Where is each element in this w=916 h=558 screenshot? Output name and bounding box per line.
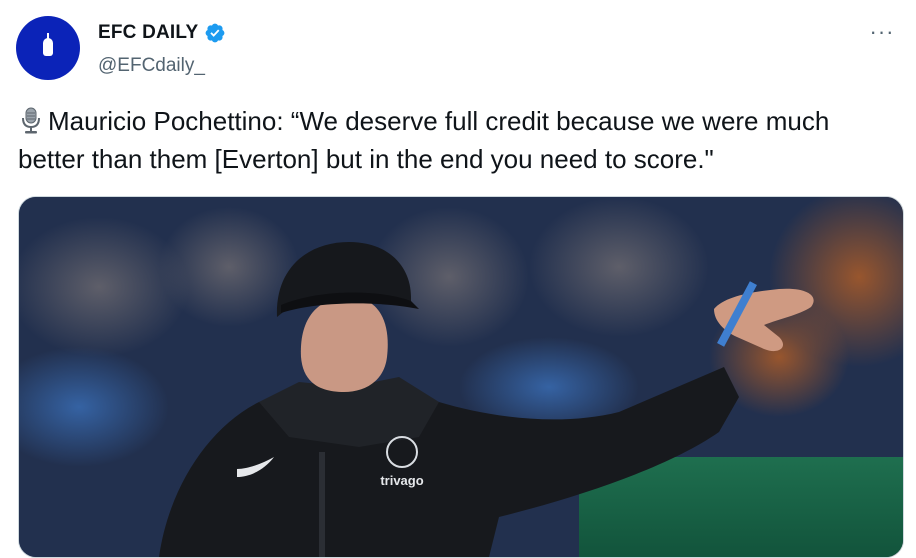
verified-badge-icon (204, 22, 226, 44)
studio-microphone-icon (18, 106, 44, 134)
author-handle[interactable]: @EFCdaily_ (98, 55, 205, 77)
author-display-name[interactable]: EFC DAILY (98, 22, 198, 44)
shirt-sponsor-text: trivago (380, 473, 423, 488)
tweet-media-photo[interactable]: trivago (18, 196, 904, 558)
more-options-icon[interactable]: ··· (864, 19, 900, 44)
tweet-body-text: Mauricio Pochettino: “We deserve full cr… (18, 106, 830, 174)
tweet-text: Mauricio Pochettino: “We deserve full cr… (18, 102, 898, 178)
photo-illustration: trivago (19, 197, 903, 557)
avatar-logo-icon (43, 33, 53, 56)
author-name-row: EFC DAILY (98, 22, 226, 44)
author-avatar[interactable] (16, 16, 80, 80)
